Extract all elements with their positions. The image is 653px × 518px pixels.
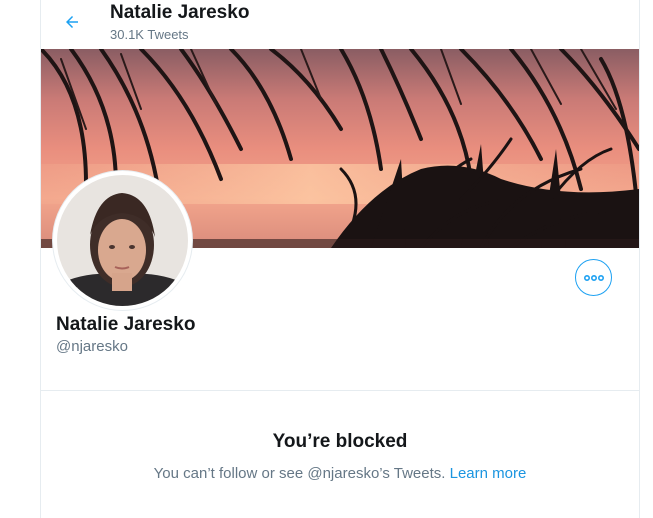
main-column: Natalie Jaresko 30.1K Tweets Natalie Jar…	[40, 0, 640, 518]
blocked-message-text: You can’t follow or see @njaresko’s Twee…	[153, 465, 446, 482]
divider	[41, 390, 639, 391]
blocked-message: You can’t follow or see @njaresko’s Twee…	[41, 465, 639, 482]
more-options-button[interactable]	[575, 259, 612, 296]
back-button[interactable]	[57, 7, 87, 37]
profile-name: Natalie Jaresko	[56, 314, 196, 335]
profile-header: Natalie Jaresko 30.1K Tweets	[41, 0, 639, 49]
profile-handle: @njaresko	[56, 338, 128, 355]
arrow-left-icon	[66, 16, 78, 28]
blocked-title: You’re blocked	[272, 431, 408, 452]
more-horizontal-icon	[583, 274, 604, 281]
avatar[interactable]	[53, 171, 192, 310]
header-title: Natalie Jaresko	[110, 2, 250, 23]
learn-more-link[interactable]: Learn more	[450, 465, 527, 482]
tweet-count: 30.1K Tweets	[110, 27, 189, 42]
profile-page: Natalie Jaresko 30.1K Tweets Natalie Jar…	[0, 0, 653, 518]
